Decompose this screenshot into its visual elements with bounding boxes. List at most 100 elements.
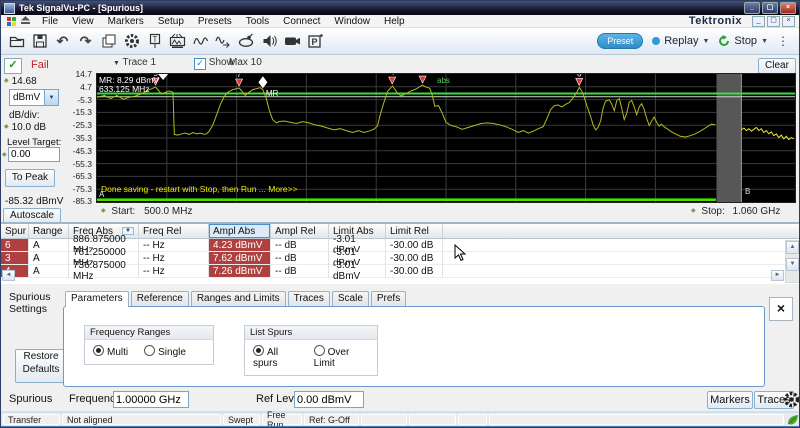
- spectrum-plot[interactable]: 57436MR MR: 8.29 dBmV 633.125 MHz abs Do…: [96, 73, 796, 203]
- menu-view[interactable]: View: [65, 16, 101, 27]
- menu-window[interactable]: Window: [327, 16, 377, 27]
- new-display-button[interactable]: [97, 30, 120, 52]
- camera-button[interactable]: [281, 30, 304, 52]
- replay-caret-icon[interactable]: ▼: [702, 38, 709, 45]
- frequency-input[interactable]: [113, 391, 189, 408]
- open-button[interactable]: [5, 30, 28, 52]
- main-toolbar: ↶ ↷ T P Preset Replay ▼ Stop ▼ ⋮: [1, 28, 799, 55]
- save-button[interactable]: [28, 30, 51, 52]
- settings-button[interactable]: [120, 30, 143, 52]
- checkbox-checked-icon[interactable]: ✓: [194, 58, 206, 70]
- scroll-up-icon[interactable]: ▲: [786, 241, 799, 254]
- camera-icon: [285, 37, 300, 45]
- radio-icon: [144, 345, 156, 356]
- menu-connect[interactable]: Connect: [276, 16, 327, 27]
- restore-button[interactable]: ▢: [762, 2, 778, 14]
- col-header-spur[interactable]: Spur: [1, 224, 29, 239]
- max-hold-label: Max 10: [229, 57, 262, 68]
- y-tick: -35.3: [72, 133, 92, 143]
- menu-help[interactable]: Help: [377, 16, 412, 27]
- col-header-freq-rel[interactable]: Freq Rel: [139, 224, 209, 239]
- minimize-button[interactable]: _: [744, 2, 760, 14]
- stop-value[interactable]: 1.060 GHz: [733, 206, 781, 217]
- units-select[interactable]: dBmV ▼: [9, 89, 59, 106]
- radio-single[interactable]: Single: [144, 345, 186, 358]
- spinning-top-button[interactable]: [235, 30, 258, 52]
- speaker-icon: [263, 35, 277, 47]
- tek-logo-icon[interactable]: [7, 16, 16, 26]
- menu-markers[interactable]: Markers: [101, 16, 151, 27]
- tab-reference[interactable]: Reference: [130, 291, 189, 307]
- preset-button[interactable]: Preset: [597, 33, 644, 49]
- undo-button[interactable]: ↶: [51, 30, 74, 52]
- more-menu-icon[interactable]: ⋮: [777, 34, 789, 48]
- markers-button[interactable]: Markers: [707, 391, 753, 409]
- tab-parameters[interactable]: Parameters: [65, 291, 129, 307]
- units-dropdown-icon[interactable]: ▼: [44, 90, 58, 105]
- col-header-ampl-abs[interactable]: Ampl Abs: [209, 224, 271, 239]
- col-header-limit-rel[interactable]: Limit Rel: [386, 224, 443, 239]
- audio-button[interactable]: [258, 30, 281, 52]
- marker-readout-line2: 633.125 MHz: [99, 84, 150, 94]
- eject-icon[interactable]: [20, 15, 31, 28]
- stop-control[interactable]: Stop ▼: [718, 35, 768, 47]
- restore-defaults-button[interactable]: Restore Defaults: [15, 349, 67, 383]
- abs-mode-label: abs: [437, 76, 450, 85]
- frequency-ranges-title: Frequency Ranges: [85, 326, 213, 340]
- displays-button[interactable]: [166, 30, 189, 52]
- radio-all-spurs[interactable]: All spurs: [253, 345, 302, 369]
- menu-setup[interactable]: Setup: [151, 16, 191, 27]
- start-value[interactable]: 500.0 MHz: [144, 206, 192, 217]
- replay-control[interactable]: Replay ▼: [652, 35, 709, 47]
- tab-ranges-and-limits[interactable]: Ranges and Limits: [190, 291, 286, 307]
- clear-button[interactable]: Clear: [758, 58, 796, 74]
- tab-scale[interactable]: Scale: [331, 291, 369, 307]
- scroll-left-icon[interactable]: ◄: [2, 270, 15, 281]
- scroll-right-icon[interactable]: ►: [771, 270, 784, 281]
- svg-text:7: 7: [237, 74, 242, 79]
- col-header-ampl-rel[interactable]: Ampl Rel: [271, 224, 329, 239]
- trace-button[interactable]: [189, 30, 212, 52]
- redo-button[interactable]: ↷: [74, 30, 97, 52]
- app-icon: [4, 2, 15, 14]
- frequency-ranges-group: Frequency Ranges Multi Single: [84, 325, 214, 365]
- display-settings-gear-icon[interactable]: [783, 391, 800, 408]
- radio-multi[interactable]: Multi: [93, 345, 128, 358]
- close-button[interactable]: ×: [780, 2, 796, 14]
- menu-tools[interactable]: Tools: [239, 16, 276, 27]
- ref-level-readout: 14.68: [11, 76, 37, 87]
- radio-over-limit[interactable]: Over Limit: [313, 345, 369, 369]
- svg-text:3: 3: [420, 74, 425, 76]
- child-close-button[interactable]: ×: [782, 15, 795, 27]
- table-row[interactable]: 4 A 736.875000 MHz -- Hz 7.26 dBmV -- dB…: [1, 260, 799, 282]
- level-target-input[interactable]: [8, 147, 60, 162]
- child-restore-button[interactable]: ▢: [767, 15, 780, 27]
- col-header-range[interactable]: Range: [29, 224, 69, 239]
- analysis-button[interactable]: [212, 30, 235, 52]
- radio-selected-icon: [93, 345, 104, 356]
- spinning-top-icon: [238, 33, 254, 47]
- spectrum-plot-svg[interactable]: 57436MR: [97, 74, 795, 202]
- settings-close-button[interactable]: ×: [769, 297, 793, 321]
- trace-dropdown-icon[interactable]: ▼: [113, 60, 120, 67]
- child-minimize-button[interactable]: _: [752, 15, 765, 27]
- cell-ampl-rel: -- dB: [271, 265, 329, 278]
- tab-prefs[interactable]: Prefs: [370, 291, 407, 307]
- marker-tag-button[interactable]: T: [143, 30, 166, 52]
- menu-presets[interactable]: Presets: [191, 16, 239, 27]
- status-alignment: Not aligned: [62, 414, 221, 425]
- trace-label: Trace 1: [122, 57, 157, 68]
- ref-lev-input[interactable]: [294, 391, 364, 408]
- table-vertical-scrollbar[interactable]: ▲ ▼: [785, 240, 799, 283]
- scroll-down-icon[interactable]: ▼: [786, 258, 799, 271]
- tab-traces[interactable]: Traces: [287, 291, 330, 307]
- trace-selector[interactable]: ▼ Trace 1: [113, 57, 156, 68]
- title-bar: Tek SignalVu-PC - [Spurious] _ ▢ ×: [1, 1, 799, 15]
- stop-caret-icon[interactable]: ▼: [761, 38, 768, 45]
- pass-fail-check-icon[interactable]: ✓: [4, 58, 22, 74]
- show-checkbox[interactable]: ✓ Show: [194, 57, 234, 70]
- menu-file[interactable]: File: [35, 16, 65, 27]
- preset-marker-button[interactable]: P: [304, 30, 327, 52]
- to-peak-button[interactable]: To Peak: [5, 169, 55, 187]
- bottom-level-readout: -85.32 dBmV: [5, 196, 64, 207]
